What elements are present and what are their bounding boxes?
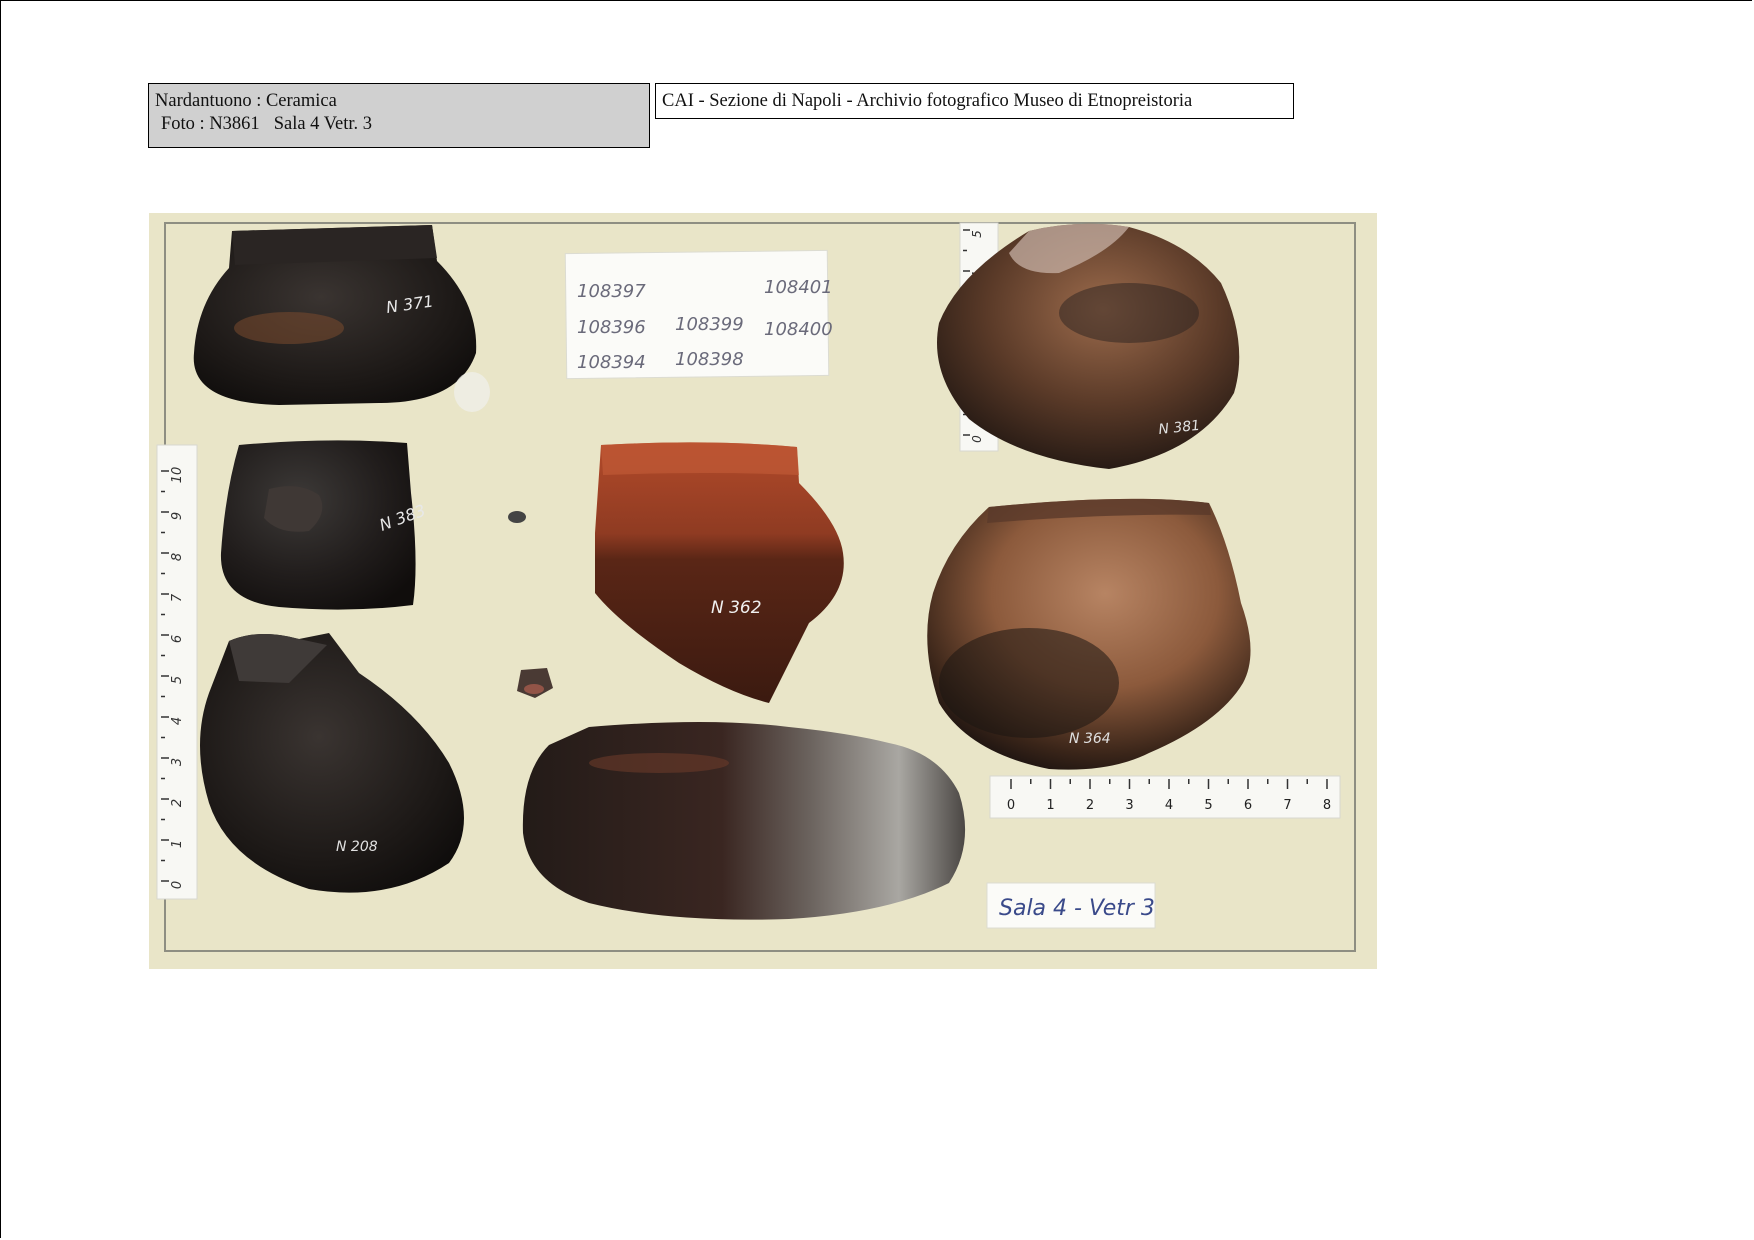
inventory-number: 108400 [764,319,833,340]
sherd-n371: N 371 [193,225,477,405]
sherd-base [522,722,966,920]
ruler-number: 4 [1165,798,1173,813]
artifact-photo: 012345678910 012345 012345678 108397 108… [149,213,1377,969]
ruler-number: 4 [170,717,185,725]
ruler-number: 3 [170,758,185,766]
sherd-label: N 364 [1069,731,1111,747]
inventory-card: 108397 108401 108396 108399 108400 10839… [564,249,833,380]
ruler-number: 10 [170,467,185,484]
ruler-number: 2 [170,799,185,807]
ruler-number: 1 [1046,798,1054,813]
ruler-number: 5 [170,676,185,684]
sherd-label: N 208 [336,839,378,855]
inventory-number: 108396 [577,317,646,338]
ruler-horizontal: 0 1 2 3 4 5 6 7 8 [989,775,1341,819]
photo-caption-box: Nardantuono : Ceramica Foto : N3861 Sala … [148,83,650,148]
case-label-card: Sala 4 - Vetr 3 [986,882,1156,929]
caption-location: Sala 4 Vetr. 3 [273,114,373,134]
sherd-n383: N 383 [220,440,428,610]
inventory-number: 108394 [577,352,646,373]
ruler-number: 5 [970,230,984,238]
inventory-number: 108401 [764,277,833,298]
ruler-number: 6 [170,635,185,643]
ruler-number: 0 [970,435,984,443]
ruler-number: 5 [1204,798,1212,813]
case-label: Sala 4 - Vetr 3 [999,896,1155,921]
sherd-label: N 362 [711,598,762,618]
ruler-number: 2 [1086,798,1094,813]
caption-title: Nardantuono : Ceramica [155,91,337,111]
ruler-number: 9 [170,512,185,520]
ruler-number: 0 [170,881,185,889]
archive-caption: CAI - Sezione di Napoli - Archivio fotog… [662,91,1193,111]
ruler-number: 6 [1244,798,1252,813]
ruler-number: 7 [170,593,185,602]
ruler-number: 8 [170,553,185,561]
inventory-number: 108398 [675,349,744,370]
ruler-number: 7 [1283,798,1291,813]
ruler-number: 3 [1125,798,1133,813]
ruler-number: 1 [170,840,185,848]
inventory-number: 108399 [675,314,744,335]
archive-caption-box: CAI - Sezione di Napoli - Archivio fotog… [655,83,1294,119]
caption-photo-label: Foto : N3861 [161,114,260,134]
ruler-vertical-left: 0 1 2 3 4 5 6 7 8 9 10 [156,444,198,900]
ruler-number: 8 [1323,798,1331,813]
inventory-number: 108397 [577,281,646,302]
ruler-number: 0 [1007,798,1015,813]
